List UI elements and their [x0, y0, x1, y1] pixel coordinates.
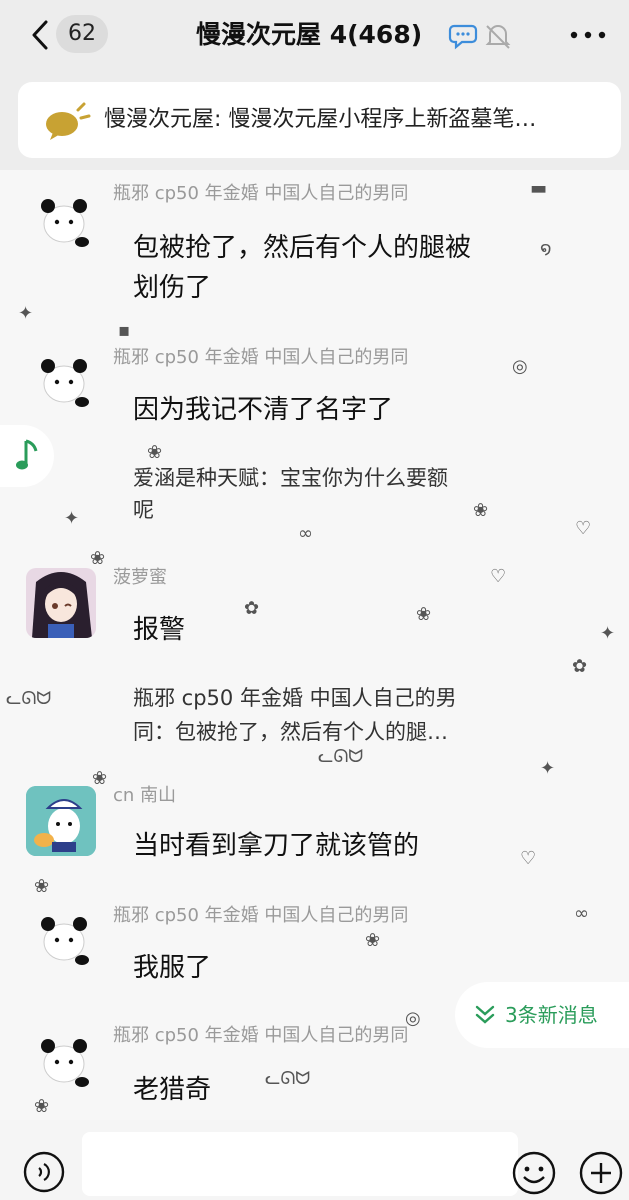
decor-dot: ▪	[118, 320, 131, 341]
decor-star-icon: ✦	[540, 758, 556, 779]
message-sender: cn 南山	[113, 785, 177, 806]
avatar-anime-girl[interactable]	[26, 568, 96, 638]
floating-music-button[interactable]	[0, 425, 54, 487]
message-text[interactable]: 包被抢了，然后有个人的腿被	[133, 228, 471, 268]
message-text[interactable]: 报警	[133, 610, 185, 650]
chat-title: 慢漫次元屋 4(468)	[196, 20, 423, 49]
message-text[interactable]: 划伤了	[133, 268, 211, 308]
emoji-icon[interactable]	[511, 1150, 557, 1196]
cartoon-avatar-icon	[26, 786, 96, 856]
decor-heart-icon: ♡	[575, 518, 592, 539]
anime-avatar-icon	[26, 568, 96, 638]
unread-count-badge[interactable]: 62	[56, 15, 108, 53]
decor-swirl-icon: ໑	[540, 238, 552, 259]
quoted-reply[interactable]: 瓶邪 cp50 年金婚 中国人自己的男	[133, 682, 457, 714]
avatar-panda[interactable]	[30, 188, 100, 258]
title-status-icons	[448, 24, 511, 50]
message-sender: 瓶邪 cp50 年金婚 中国人自己的男同	[113, 1025, 409, 1046]
decor-paw-icon: ❀	[34, 876, 50, 897]
message-text[interactable]: 老猎奇	[133, 1070, 211, 1110]
chat-bubble-icon	[448, 24, 478, 50]
message-input[interactable]	[82, 1132, 518, 1196]
avatar-panda[interactable]	[30, 348, 100, 418]
decor-star-icon: ✦	[600, 623, 616, 644]
voice-icon[interactable]	[22, 1150, 66, 1194]
message-text[interactable]: 因为我记不清了名字了	[133, 390, 393, 430]
music-note-icon	[16, 439, 38, 470]
group-notice-banner[interactable]: 慢漫次元屋: 慢漫次元屋小程序上新盗墓笔…	[18, 82, 621, 158]
decor-heart-icon: ♡	[520, 848, 537, 869]
message-sender: 瓶邪 cp50 年金婚 中国人自己的男同	[113, 347, 409, 368]
quoted-reply[interactable]: 呢	[133, 494, 154, 526]
chevron-left-icon[interactable]	[26, 18, 56, 52]
quoted-reply[interactable]: 同：包被抢了，然后有个人的腿…	[133, 716, 448, 748]
new-messages-label: 3条新消息	[505, 1003, 598, 1027]
decor-dash: ▬	[530, 178, 548, 199]
decor-paw-icon: ❀	[92, 768, 108, 789]
decor-infinity-icon: ∞	[574, 903, 589, 924]
decor-swirl-icon: ◎	[512, 356, 528, 377]
decor-paw-icon: ❀	[147, 442, 163, 463]
more-dots-icon[interactable]	[566, 22, 610, 48]
top-bar: 62 慢漫次元屋 4(468)	[0, 0, 629, 70]
decor-star-icon: ✦	[64, 508, 80, 529]
new-messages-button[interactable]: 3条新消息	[455, 982, 629, 1048]
panda-avatar-icon	[41, 1039, 89, 1087]
decor-paw-icon: ❀	[365, 930, 381, 951]
double-chevron-down-icon	[475, 1005, 495, 1024]
avatar-cartoon[interactable]	[26, 786, 96, 856]
decor-flower-icon: ✿	[244, 598, 260, 619]
avatar-panda[interactable]	[30, 1028, 100, 1098]
message-sender: 瓶邪 cp50 年金婚 中国人自己的男同	[113, 905, 409, 926]
decor-paw-icon: ❀	[473, 500, 489, 521]
input-bar	[0, 1120, 629, 1200]
decor-cat-icon: ᓚᘏᗢ	[6, 688, 52, 709]
decor-cat-icon: ᓚᘏᗢ	[265, 1068, 311, 1089]
quoted-reply[interactable]: 爱涵是种天赋：宝宝你为什么要额	[133, 462, 448, 494]
decor-heart-icon: ♡	[490, 566, 507, 587]
chat-area[interactable]: ▬ ໑ ✦ ▪ ◎ ❀ ✦ ❀ ♡ ∞ ❀ ♡ ✿ ❀ ✦ ✿ ᓚᘏᗢ ᓚᘏᗢ …	[0, 170, 629, 1120]
decor-flower-icon: ✿	[572, 656, 588, 677]
decor-paw-icon: ❀	[34, 1096, 50, 1117]
message-text[interactable]: 我服了	[133, 948, 211, 988]
megaphone-icon	[46, 102, 91, 140]
notice-text: 慢漫次元屋: 慢漫次元屋小程序上新盗墓笔…	[104, 107, 537, 132]
decor-paw-icon: ❀	[416, 604, 432, 625]
message-text[interactable]: 当时看到拿刀了就该管的	[133, 826, 419, 866]
message-sender: 菠萝蜜	[113, 567, 167, 588]
plus-icon[interactable]	[578, 1150, 624, 1196]
decor-cat-icon: ᓚᘏᗢ	[318, 746, 364, 767]
mute-bell-icon	[485, 25, 511, 49]
panda-avatar-icon	[41, 917, 89, 965]
decor-infinity-icon: ∞	[298, 523, 313, 544]
decor-star-icon: ✦	[18, 303, 34, 324]
decor-paw-icon: ❀	[90, 548, 106, 569]
avatar-panda[interactable]	[30, 906, 100, 976]
panda-avatar-icon	[41, 199, 89, 247]
message-sender: 瓶邪 cp50 年金婚 中国人自己的男同	[113, 183, 409, 204]
panda-avatar-icon	[41, 359, 89, 407]
